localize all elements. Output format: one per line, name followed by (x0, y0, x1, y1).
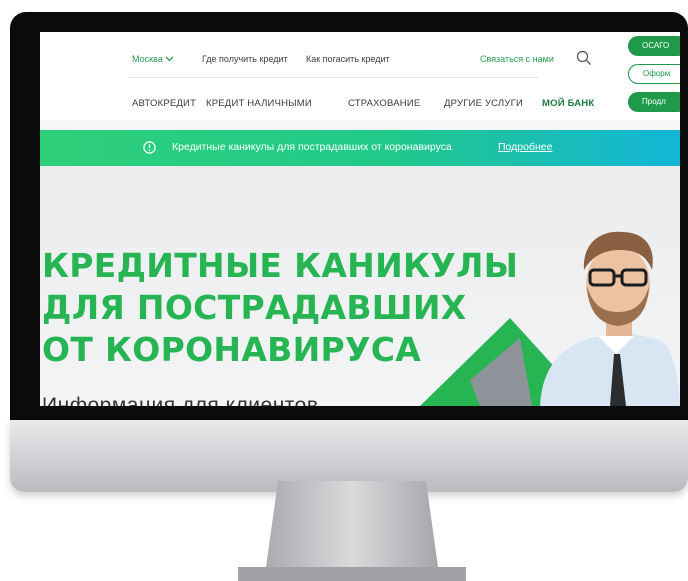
extend-button[interactable]: Продл (628, 92, 680, 112)
menu-item-insurance[interactable]: СТРАХОВАНИЕ (348, 98, 420, 109)
monitor: Москва Где получить кредит Как погасить … (10, 12, 688, 492)
city-label: Москва (132, 54, 163, 64)
nav-link-how-to-repay[interactable]: Как погасить кредит (306, 54, 390, 64)
menu-item-autocredit[interactable]: АВТОКРЕДИТ (132, 98, 196, 109)
banner-text: Кредитные каникулы для пострадавших от к… (172, 141, 452, 153)
search-icon[interactable] (576, 50, 592, 66)
apply-button[interactable]: Оформ (628, 64, 680, 84)
monitor-stand (238, 481, 466, 581)
hero-title-line-3: ОТ КОРОНАВИРУСА (42, 330, 422, 369)
banner-more-link[interactable]: Подробнее (498, 141, 552, 153)
header-divider (128, 77, 538, 78)
notice-banner: Кредитные каникулы для пострадавших от к… (40, 130, 680, 166)
screen: Москва Где получить кредит Как погасить … (40, 32, 680, 406)
menu-item-my-bank[interactable]: МОЙ БАНК (542, 98, 594, 109)
nav-link-where-to-get[interactable]: Где получить кредит (202, 54, 288, 64)
city-selector[interactable]: Москва (132, 54, 174, 64)
chevron-down-icon (165, 54, 174, 64)
contact-link[interactable]: Связаться с нами (480, 54, 554, 64)
menu-item-other-services[interactable]: ДРУГИЕ УСЛУГИ (444, 98, 523, 109)
site-header: Москва Где получить кредит Как погасить … (40, 32, 680, 120)
hero-subtitle: Информация для клиентов (42, 394, 319, 406)
info-icon (143, 141, 156, 154)
osago-button[interactable]: ОСАГО (628, 36, 680, 56)
hero-title-line-1: КРЕДИТНЫЕ КАНИКУЛЫ (42, 246, 519, 285)
menu-item-cash-credit[interactable]: КРЕДИТ НАЛИЧНЫМИ (206, 98, 312, 109)
hero-title-line-2: ДЛЯ ПОСТРАДАВШИХ (42, 288, 467, 327)
